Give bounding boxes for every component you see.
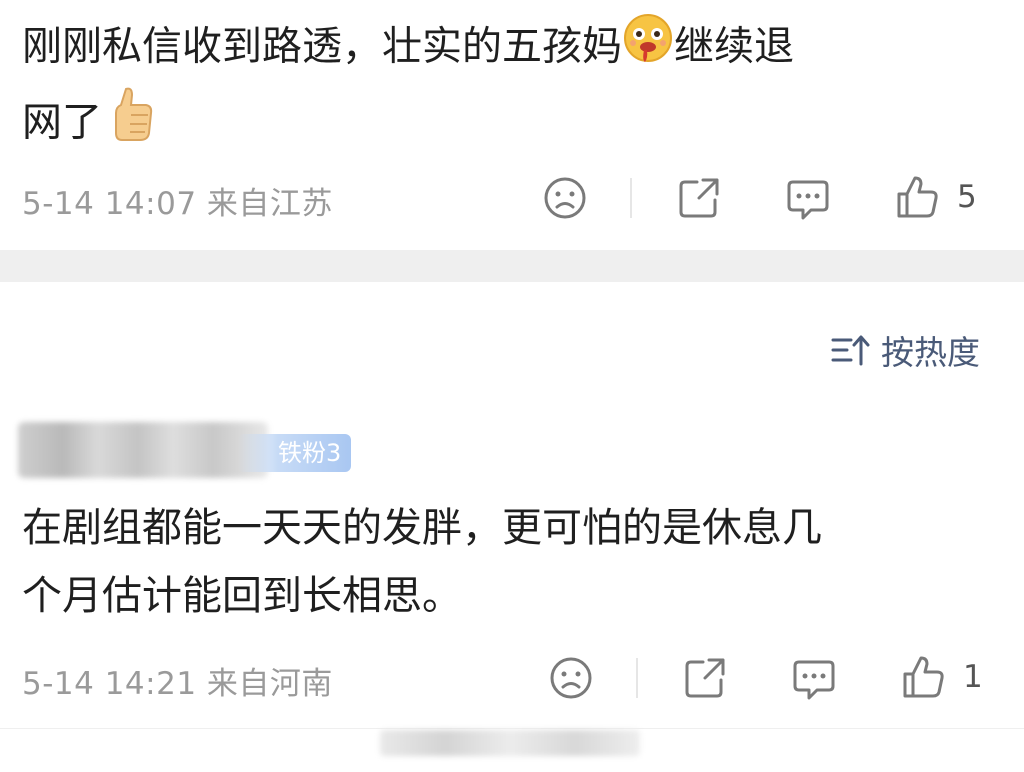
sad-face-icon [550,657,592,699]
comment-2-text-line2: 个月估计能回到长相思。 [22,573,462,619]
comment-icon [787,180,829,220]
username-blurred[interactable] [18,422,268,478]
share-icon [679,178,719,218]
comment-2-dislike-button[interactable] [549,656,593,700]
drooling-face-emoji-icon [622,12,674,85]
watermark-blurred [380,730,640,756]
divider [630,178,632,218]
sort-by-hot-button[interactable]: 按热度 [831,326,980,374]
comment-2-reply-button[interactable] [791,656,837,702]
comment-2-like-button[interactable]: 1 [901,654,983,700]
sad-face-icon [544,177,586,219]
comment-1-text-line2: 网了 [22,99,102,146]
comment-2-like-count: 1 [963,659,983,695]
sort-icon [831,335,870,366]
like-icon [903,656,944,698]
thumbs-up-emoji-icon [110,85,154,164]
comment-1-share-button[interactable] [677,176,721,220]
fan-level-badge: 铁粉3 [238,434,352,472]
comment-1-text-line1: 刚刚私信收到路透，壮实的五孩妈 [22,23,622,70]
comment-1-like-button[interactable]: 5 [895,174,977,220]
comment-1-like-count: 5 [957,179,977,215]
like-icon [897,176,938,218]
comment-1-text: 刚刚私信收到路透，壮实的五孩妈 继续退 网了 [22,12,982,164]
comment-2-text: 在剧组都能一天天的发胖，更可怕的是休息几 个月估计能回到长相思。 [22,494,982,630]
comment-1-meta: 5-14 14:07 来自江苏 [22,186,333,222]
comment-1-dislike-button[interactable] [543,176,587,220]
comment-1-text-line1-end: 继续退 [674,23,794,70]
section-separator [0,250,1024,282]
comment-2-share-button[interactable] [683,656,727,700]
share-icon [685,658,725,698]
comment-1-reply-button[interactable] [785,176,831,222]
divider [636,658,638,698]
comment-2-meta: 5-14 14:21 来自河南 [22,666,333,702]
comment-2-text-line1: 在剧组都能一天天的发胖，更可怕的是休息几 [22,505,822,551]
sort-label: 按热度 [881,333,980,372]
comment-icon [793,660,835,700]
comment-list-screen: 刚刚私信收到路透，壮实的五孩妈 继续退 网了 5-14 14:07 来自江苏 5… [0,0,1024,772]
divider [0,728,1024,729]
